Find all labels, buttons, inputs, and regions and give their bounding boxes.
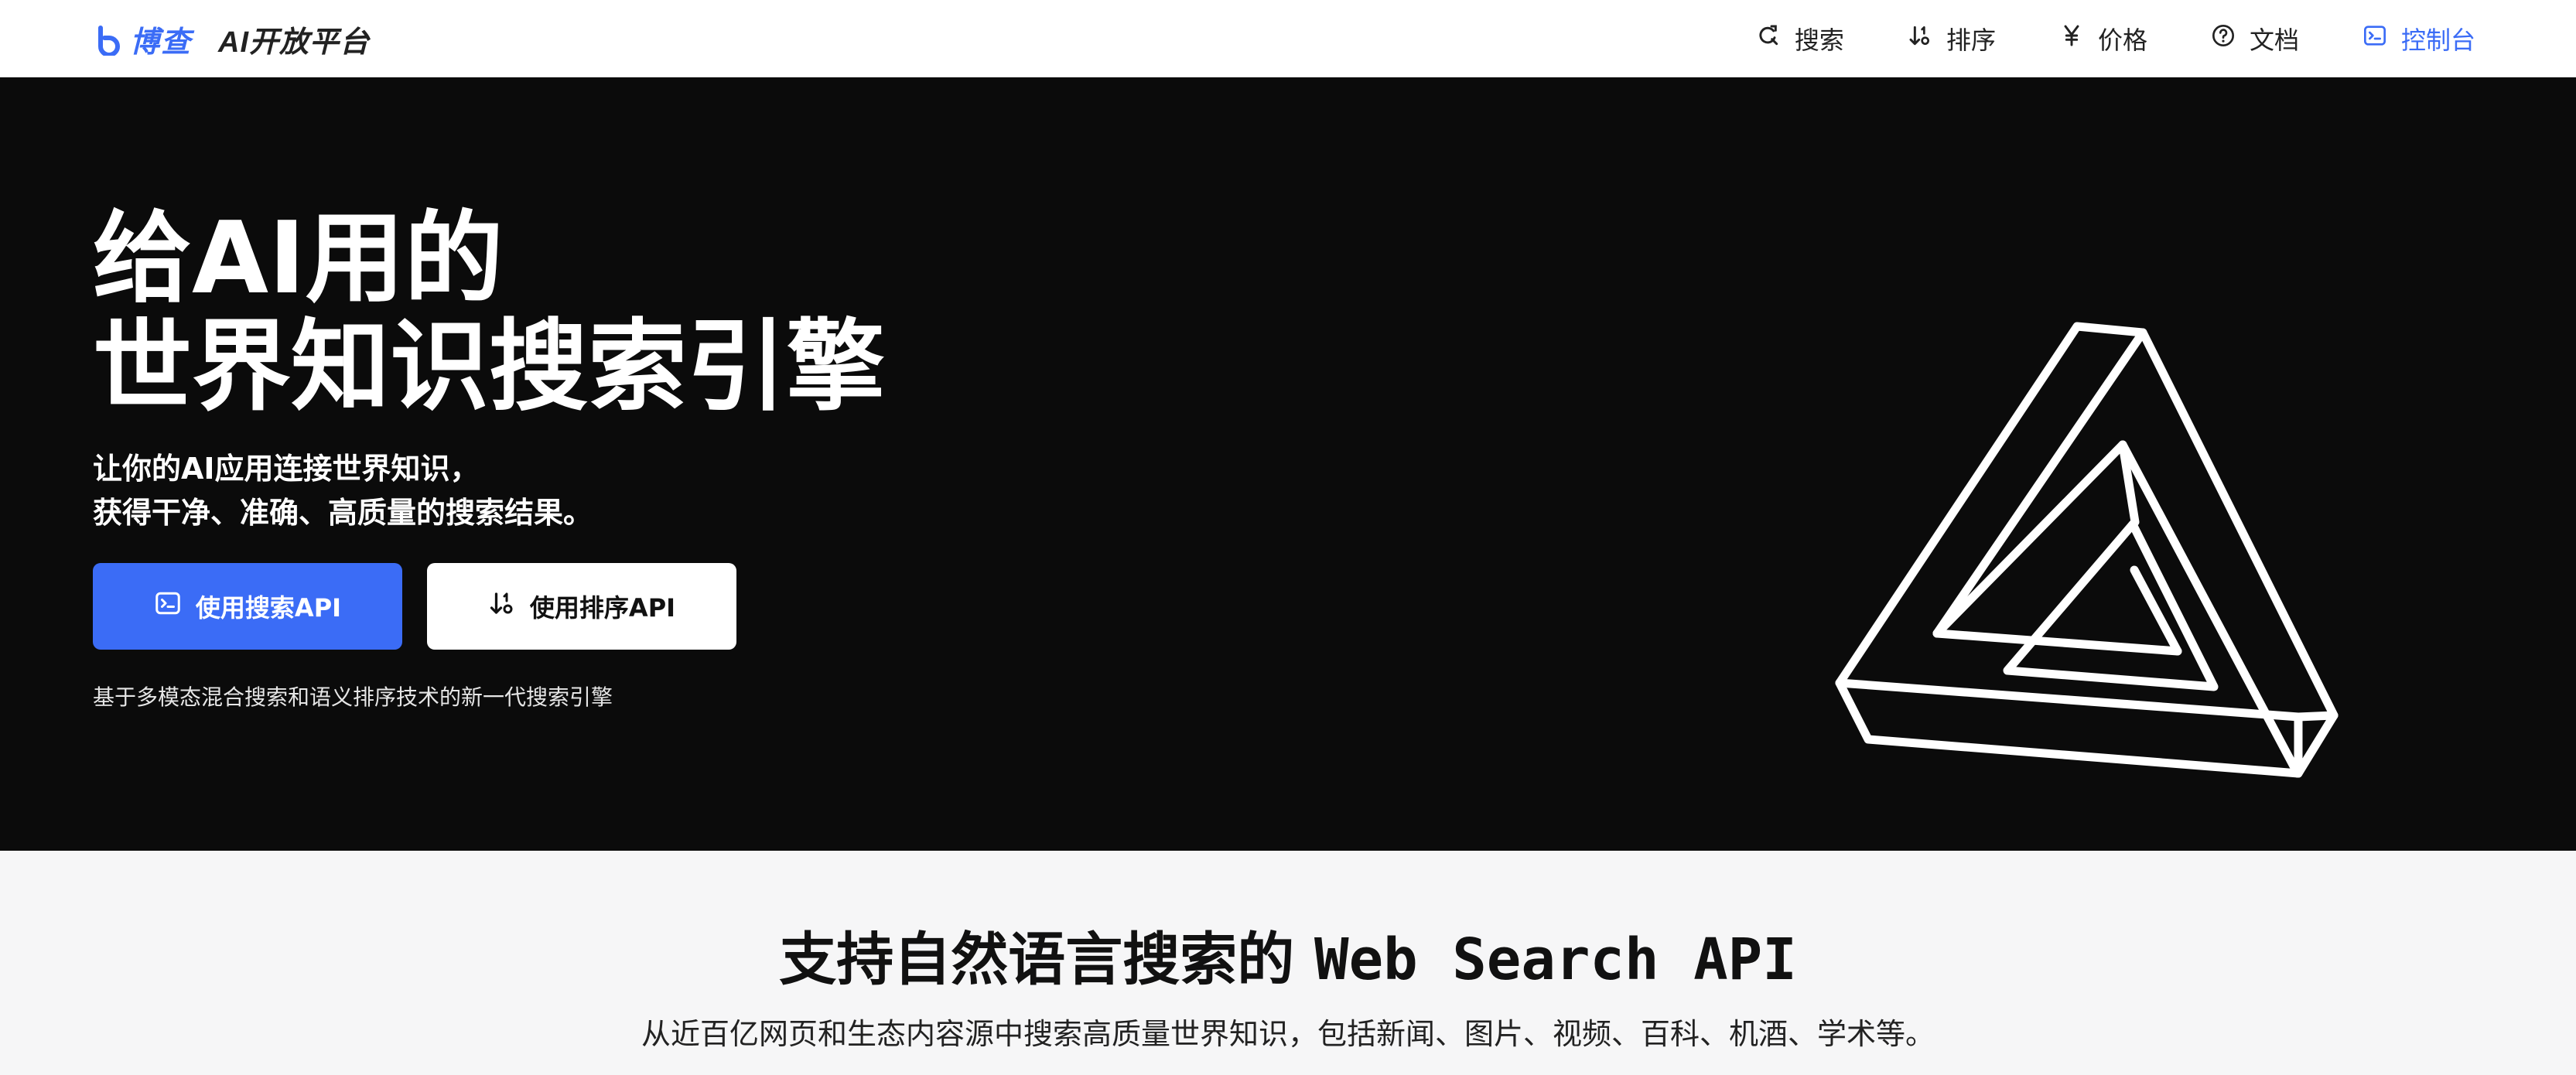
bocha-logo-icon (93, 22, 127, 56)
brand[interactable]: 博查 AI开放平台 (93, 14, 370, 63)
nav-label-console: 控制台 (2400, 26, 2475, 54)
help-circle-icon (2211, 23, 2250, 54)
use-rerank-api-label: 使用排序API (529, 593, 676, 623)
use-rerank-api-button[interactable]: 使用排序API (427, 563, 736, 650)
terminal-icon (2362, 23, 2401, 54)
section-title: 支持自然语言搜索的 Web Search API (0, 925, 2576, 995)
search-icon (1756, 23, 1795, 54)
nav-label-docs: 文档 (2249, 26, 2299, 54)
use-search-api-label: 使用搜索API (195, 593, 342, 623)
hero-title-line-2: 世界知识搜索引擎 (93, 309, 886, 425)
hero-subtitle-line-1: 让你的AI应用连接世界知识， (93, 452, 480, 486)
brand-name: 博查 (130, 26, 193, 59)
use-search-api-button[interactable]: 使用搜索API (93, 563, 402, 650)
hero-title-line-1: 给AI用的 (93, 201, 504, 316)
sort-icon (488, 589, 530, 623)
nav-label-sort: 排序 (1946, 26, 1996, 54)
nav-item-search[interactable]: 搜索 (1756, 21, 1844, 56)
terminal-icon (154, 589, 196, 623)
section-description: 从近百亿网页和生态内容源中搜索高质量世界知识，包括新闻、图片、视频、百科、机酒、… (641, 1017, 1935, 1051)
sort-icon (1908, 23, 1946, 54)
nav-label-search: 搜索 (1794, 26, 1844, 54)
hero-subtitle-line-2: 获得干净、准确、高质量的搜索结果。 (93, 496, 593, 530)
nav-item-docs[interactable]: 文档 (2211, 21, 2299, 56)
top-navbar: 博查 AI开放平台 搜索 排序 价格 文档 控制台 (0, 0, 2576, 78)
impossible-triangle-icon (1810, 232, 2352, 789)
hero-title: 给AI用的 世界知识搜索引擎 (93, 205, 885, 421)
nav-label-pricing: 价格 (2097, 26, 2147, 54)
yen-icon (2059, 23, 2098, 54)
section-title-en: Web Search API (1314, 927, 1797, 993)
nav-item-console[interactable]: 控制台 (2362, 21, 2475, 56)
nav-item-pricing[interactable]: 价格 (2059, 21, 2147, 56)
hero-note: 基于多模态混合搜索和语义排序技术的新一代搜索引擎 (93, 684, 613, 710)
main-nav: 搜索 排序 价格 文档 控制台 (1693, 0, 2475, 77)
hero-section: 给AI用的 世界知识搜索引擎 让你的AI应用连接世界知识， 获得干净、准确、高质… (0, 77, 2576, 851)
section-title-zh: 支持自然语言搜索的 (779, 927, 1315, 993)
brand-subtitle: AI开放平台 (218, 26, 371, 59)
hero-subtitle: 让你的AI应用连接世界知识， 获得干净、准确、高质量的搜索结果。 (93, 447, 593, 535)
web-search-api-section: 支持自然语言搜索的 Web Search API 从近百亿网页和生态内容源中搜索… (0, 851, 2576, 1075)
nav-item-sort[interactable]: 排序 (1908, 21, 1996, 56)
